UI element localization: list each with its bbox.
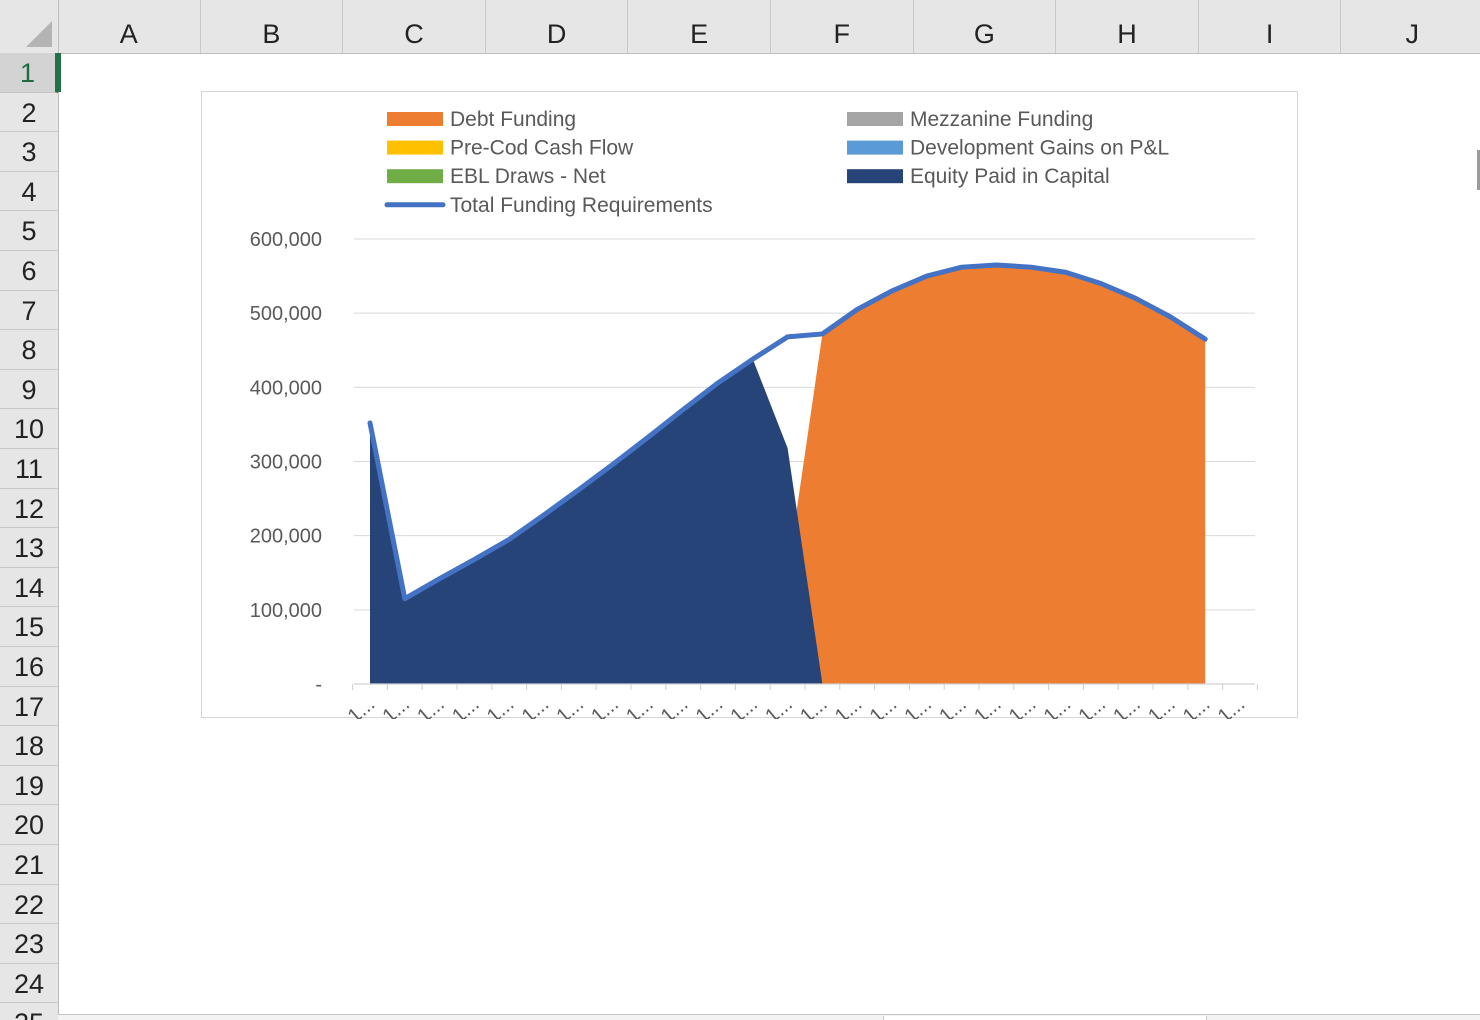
y-tick-label: 400,000 (250, 377, 322, 399)
column-header-g[interactable]: G (914, 0, 1057, 53)
x-tick-label: 1... (1109, 693, 1144, 719)
row-header-24[interactable]: 24 (0, 964, 58, 1004)
x-tick-label: 1... (518, 693, 553, 719)
x-tick-label: 1... (622, 693, 657, 719)
column-header-e[interactable]: E (628, 0, 771, 53)
legend-swatch (387, 169, 443, 184)
x-tick-label: 1... (1144, 693, 1179, 719)
area-series-layer (370, 264, 1206, 684)
x-tick-label: 1... (727, 693, 762, 719)
column-header-c[interactable]: C (343, 0, 486, 53)
row-header-16[interactable]: 16 (0, 647, 58, 687)
x-tick-label: 1... (1075, 693, 1110, 719)
x-tick-label: 1... (448, 693, 483, 719)
row-header-11[interactable]: 11 (0, 449, 58, 489)
x-tick-label: 1... (553, 693, 588, 719)
chart-area[interactable]: - 100,000 200,000 300,000 400,000 500,000 600,… (201, 91, 1298, 719)
legend-label[interactable]: Total Funding Requirements (450, 194, 713, 217)
column-header-f[interactable]: F (771, 0, 914, 53)
legend-label[interactable]: Pre-Cod Cash Flow (450, 137, 634, 160)
x-tick-label: 1... (1214, 693, 1249, 719)
row-header-2[interactable]: 2 (0, 93, 58, 133)
row-header-15[interactable]: 15 (0, 607, 58, 647)
row-header-1[interactable]: 1 (0, 53, 58, 93)
row-header-3[interactable]: 3 (0, 132, 58, 172)
row-header-7[interactable]: 7 (0, 291, 58, 331)
x-tick-label: 1... (1005, 693, 1040, 719)
x-tick-label: 1... (1179, 693, 1214, 719)
spreadsheet: ABCDEFGHIJ 1 2 3 4 5 6 7 8 9 10 11 12 13 14 15 16 17 18 19… (0, 0, 1480, 1020)
x-tick-label: 1... (831, 693, 866, 719)
x-tick-label: 1... (935, 693, 970, 719)
column-header-b[interactable]: B (201, 0, 344, 53)
row-header-20[interactable]: 20 (0, 805, 58, 845)
x-tick-label: 1... (483, 693, 518, 719)
legend-label[interactable]: EBL Draws - Net (450, 165, 606, 188)
column-header-j[interactable]: J (1341, 0, 1480, 53)
x-tick-label: 1... (796, 693, 831, 719)
row-header-23[interactable]: 23 (0, 924, 58, 964)
row-header-10[interactable]: 10 (0, 409, 58, 449)
column-header-i[interactable]: I (1199, 0, 1342, 53)
row-header-8[interactable]: 8 (0, 330, 58, 370)
y-tick-label: - (315, 674, 322, 696)
row-header-5[interactable]: 5 (0, 211, 58, 251)
x-tick-label: 1... (970, 693, 1005, 719)
area-chart: - 100,000 200,000 300,000 400,000 500,000 600,… (250, 108, 1258, 719)
x-tick-label: 1... (1040, 693, 1075, 719)
legend-label[interactable]: Equity Paid in Capital (910, 165, 1110, 188)
y-tick-label: 600,000 (250, 229, 322, 251)
x-tick-label: 1... (866, 693, 901, 719)
legend-label[interactable]: Debt Funding (450, 108, 576, 131)
y-tick-label: 500,000 (250, 303, 322, 325)
row-header-21[interactable]: 21 (0, 845, 58, 885)
chart-legend[interactable]: Debt Funding Pre-Cod Cash Flow EBL Draws -… (384, 108, 1169, 217)
row-header-18[interactable]: 18 (0, 726, 58, 766)
row-header-9[interactable]: 9 (0, 370, 58, 410)
x-tick-label: 1... (587, 693, 622, 719)
x-tick-label: 1... (692, 693, 727, 719)
column-header-a[interactable]: A (58, 0, 201, 53)
x-tick-label: 1... (379, 693, 414, 719)
row-header-12[interactable]: 12 (0, 489, 58, 529)
horizontal-scrollbar[interactable] (58, 1014, 1480, 1020)
y-tick-label: 300,000 (250, 452, 322, 474)
row-header-17[interactable]: 17 (0, 687, 58, 727)
x-tick-label: 1... (901, 693, 936, 719)
legend-swatch (387, 140, 443, 155)
scrollbar-thumb[interactable] (883, 1016, 1207, 1020)
row-header-6[interactable]: 6 (0, 251, 58, 291)
legend-label[interactable]: Development Gains on P&L (910, 137, 1169, 160)
x-tick-label: 1... (413, 693, 448, 719)
select-all-triangle-icon (26, 21, 52, 47)
x-tick-label: 1... (344, 693, 379, 719)
select-all-corner[interactable] (0, 0, 59, 53)
row-header-13[interactable]: 13 (0, 528, 58, 568)
legend-swatch (847, 169, 903, 184)
legend-swatch (847, 112, 903, 126)
active-cell-indicator (58, 53, 61, 92)
row-header-14[interactable]: 14 (0, 568, 58, 608)
y-tick-label: 200,000 (250, 526, 322, 548)
row-header-19[interactable]: 19 (0, 766, 58, 806)
column-header-d[interactable]: D (486, 0, 629, 53)
x-tick-label: 1... (657, 693, 692, 719)
row-header-4[interactable]: 4 (0, 172, 58, 212)
row-header-25[interactable]: 25 (0, 1003, 58, 1020)
row-header-22[interactable]: 22 (0, 885, 58, 925)
legend-label[interactable]: Mezzanine Funding (910, 108, 1093, 131)
legend-swatch (387, 112, 443, 126)
x-tick-label: 1... (761, 693, 796, 719)
y-tick-label: 100,000 (250, 600, 322, 622)
legend-swatch (847, 140, 903, 155)
column-header-h[interactable]: H (1056, 0, 1199, 53)
